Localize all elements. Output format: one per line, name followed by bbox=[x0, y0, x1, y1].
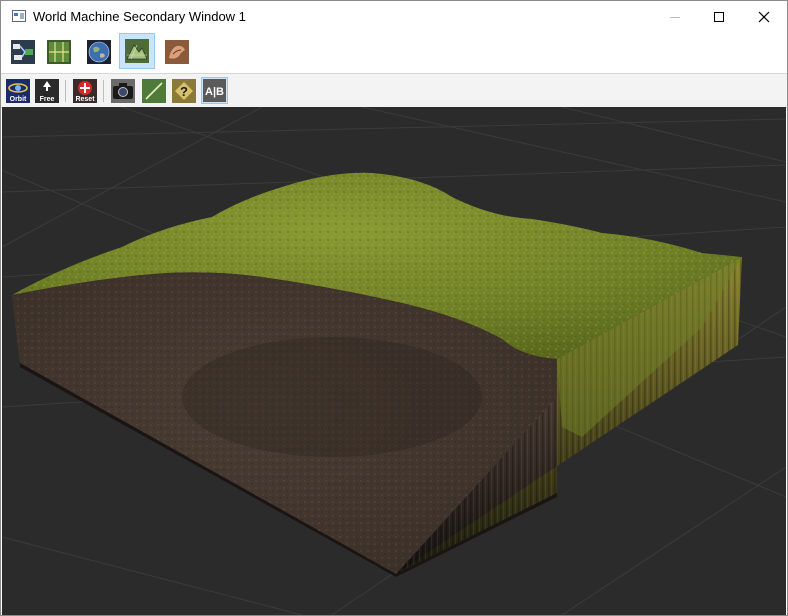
maximize-icon bbox=[714, 11, 724, 22]
layout-grid-icon bbox=[47, 40, 71, 64]
orbit-icon: Orbit bbox=[5, 78, 30, 103]
free-camera-icon: Free bbox=[34, 78, 59, 103]
snapshot-button[interactable] bbox=[109, 77, 136, 104]
close-icon bbox=[758, 11, 770, 22]
wireframe-button[interactable] bbox=[140, 77, 167, 104]
texture-hand-icon bbox=[165, 40, 189, 64]
camera-toolbar: Orbit Free Reset ? A|B bbox=[1, 73, 787, 108]
texture-view-button[interactable] bbox=[159, 34, 195, 70]
minimize-button[interactable] bbox=[652, 1, 698, 32]
svg-text:?: ? bbox=[180, 84, 188, 99]
explorer-view-button[interactable] bbox=[81, 34, 117, 70]
camera-icon bbox=[110, 78, 135, 103]
layout-view-button[interactable] bbox=[41, 34, 77, 70]
secondary-window: World Machine Secondary Window 1 Orbit F… bbox=[0, 0, 788, 616]
reset-icon: Reset bbox=[72, 78, 97, 103]
terrain-render bbox=[2, 107, 786, 615]
orbit-label: Orbit bbox=[9, 96, 26, 103]
terrain-preview-icon bbox=[125, 39, 149, 63]
view-toolbar bbox=[1, 32, 787, 72]
minimize-icon bbox=[670, 16, 680, 18]
ab-compare-icon: A|B bbox=[203, 79, 226, 102]
terrain-3d-viewport[interactable] bbox=[2, 107, 786, 615]
line-icon bbox=[141, 78, 166, 103]
help-icon: ? bbox=[171, 78, 196, 103]
orbit-button[interactable]: Orbit bbox=[4, 77, 31, 104]
device-network-icon bbox=[11, 40, 35, 64]
maximize-button[interactable] bbox=[696, 1, 742, 32]
window-title: World Machine Secondary Window 1 bbox=[33, 9, 246, 24]
free-camera-button[interactable]: Free bbox=[33, 77, 60, 104]
free-label: Free bbox=[39, 96, 54, 103]
reset-button[interactable]: Reset bbox=[71, 77, 98, 104]
toolbar-separator bbox=[65, 80, 66, 102]
reset-label: Reset bbox=[75, 96, 95, 103]
terrain-3d-view-button[interactable] bbox=[119, 33, 155, 69]
device-view-button[interactable] bbox=[5, 34, 41, 70]
title-bar[interactable]: World Machine Secondary Window 1 bbox=[1, 1, 787, 32]
app-icon bbox=[12, 10, 26, 22]
ab-compare-button[interactable]: A|B bbox=[201, 77, 228, 104]
help-button[interactable]: ? bbox=[170, 77, 197, 104]
toolbar-separator bbox=[103, 80, 104, 102]
ab-compare-label: A|B bbox=[205, 86, 224, 98]
close-button[interactable] bbox=[741, 1, 787, 32]
globe-icon bbox=[87, 40, 111, 64]
